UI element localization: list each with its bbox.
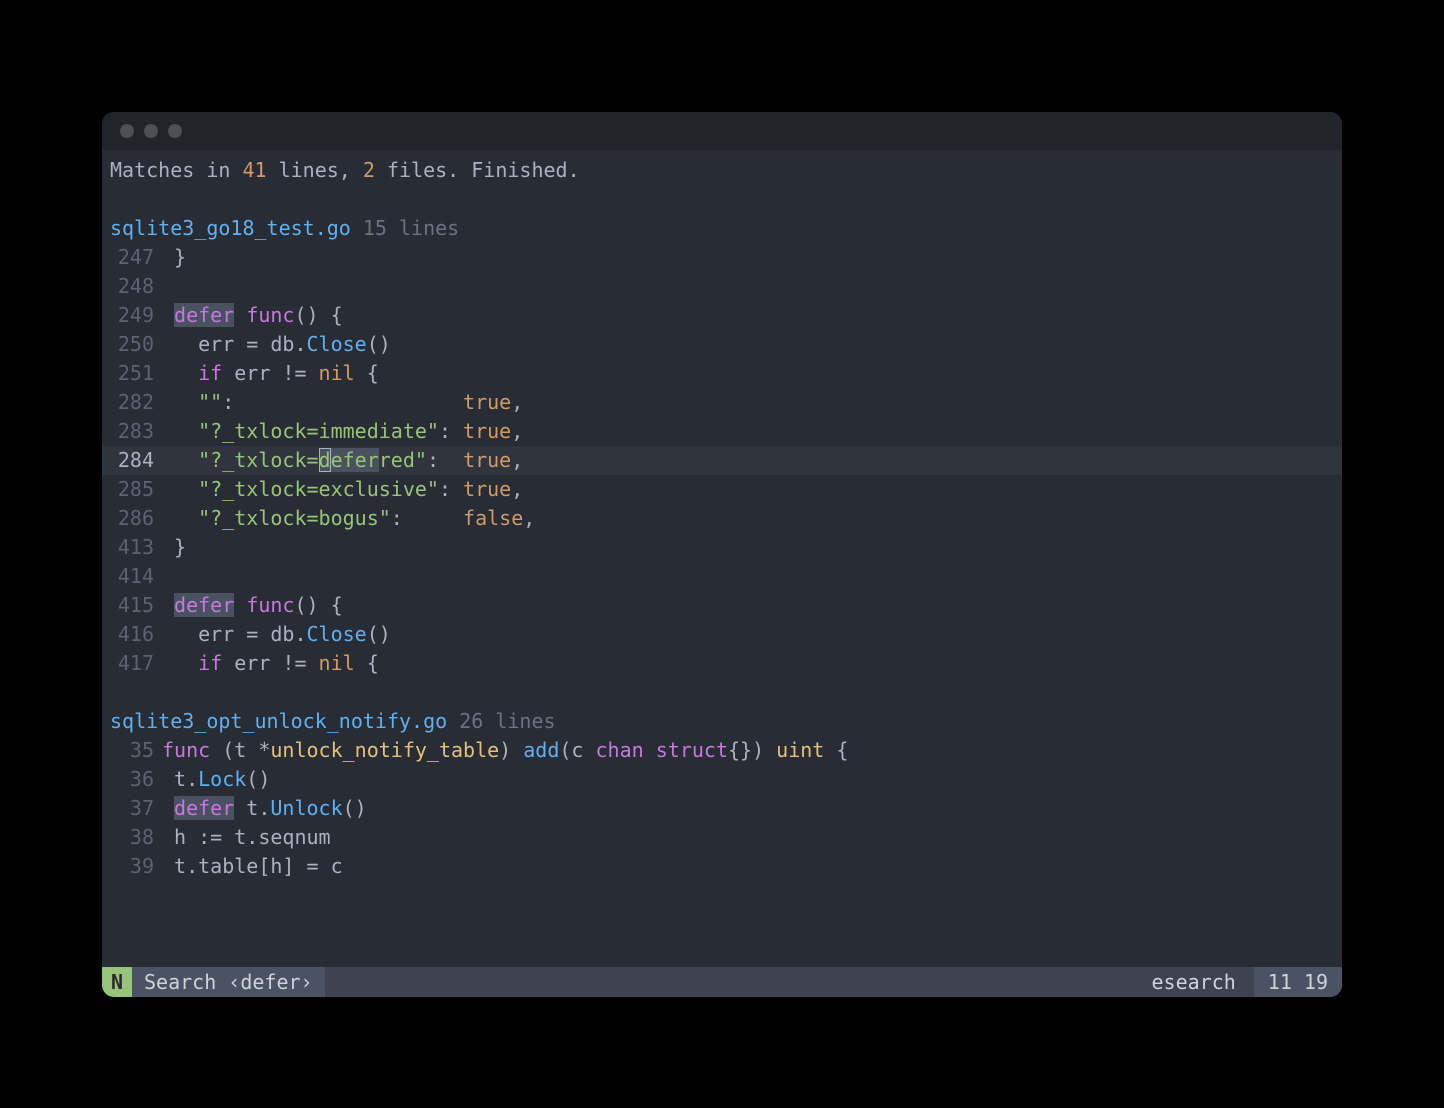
match-highlight: defer [174,303,234,327]
result-line[interactable]: 247 } [102,243,1342,272]
search-results-buffer[interactable]: Matches in 41 lines, 2 files. Finished. … [102,150,1342,967]
line-number: 35 [110,736,162,765]
summary-text: Matches in [110,158,242,182]
line-number: 251 [110,359,162,388]
result-line[interactable]: 248 [102,272,1342,301]
result-line[interactable]: 416 err = db.Close() [102,620,1342,649]
result-line-current[interactable]: 284 "?_txlock=deferred": true, [102,446,1342,475]
match-highlight: efer [331,448,379,472]
result-line[interactable]: 415 defer func() { [102,591,1342,620]
file-match-count: 15 lines [363,216,459,240]
line-number: 36 [110,765,162,794]
line-number: 250 [110,330,162,359]
result-line[interactable]: 249 defer func() { [102,301,1342,330]
line-number: 414 [110,562,162,591]
file-match-count: 26 lines [459,709,555,733]
editor-window: Matches in 41 lines, 2 files. Finished. … [102,112,1342,997]
close-icon[interactable] [120,124,134,138]
result-line[interactable]: 250 err = db.Close() [102,330,1342,359]
zoom-icon[interactable] [168,124,182,138]
search-summary: Matches in 41 lines, 2 files. Finished. [102,156,1342,185]
cursor-position: 11 19 [1254,967,1342,997]
line-number: 38 [110,823,162,852]
file-name: sqlite3_go18_test.go [110,216,351,240]
line-number: 39 [110,852,162,881]
result-line[interactable]: 251 if err != nil { [102,359,1342,388]
result-line[interactable]: 35func (t *unlock_notify_table) add(c ch… [102,736,1342,765]
match-highlight: defer [174,796,234,820]
line-number: 415 [110,591,162,620]
line-number: 249 [110,301,162,330]
buffer-title: Search ‹defer› [132,967,325,997]
line-number: 283 [110,417,162,446]
line-number: 247 [110,243,162,272]
result-line[interactable]: 37 defer t.Unlock() [102,794,1342,823]
summary-line-count: 41 [242,158,266,182]
match-highlight: defer [174,593,234,617]
file-header[interactable]: sqlite3_go18_test.go 15 lines [102,214,1342,243]
line-number: 248 [110,272,162,301]
result-line[interactable]: 282 "": true, [102,388,1342,417]
file-header[interactable]: sqlite3_opt_unlock_notify.go 26 lines [102,707,1342,736]
line-number: 284 [110,446,162,475]
line-number: 286 [110,504,162,533]
minimize-icon[interactable] [144,124,158,138]
result-line[interactable]: 414 [102,562,1342,591]
line-number: 413 [110,533,162,562]
line-number: 37 [110,794,162,823]
titlebar[interactable] [102,112,1342,150]
line-number: 416 [110,620,162,649]
file-name: sqlite3_opt_unlock_notify.go [110,709,447,733]
result-line[interactable]: 286 "?_txlock=bogus": false, [102,504,1342,533]
line-number: 417 [110,649,162,678]
result-line[interactable]: 39 t.table[h] = c [102,852,1342,881]
line-number: 285 [110,475,162,504]
result-line[interactable]: 38 h := t.seqnum [102,823,1342,852]
result-line[interactable]: 417 if err != nil { [102,649,1342,678]
result-line[interactable]: 36 t.Lock() [102,765,1342,794]
status-bar: N Search ‹defer› esearch 11 19 [102,967,1342,997]
summary-file-count: 2 [363,158,375,182]
result-line[interactable]: 413 } [102,533,1342,562]
result-line[interactable]: 283 "?_txlock=immediate": true, [102,417,1342,446]
filetype-indicator: esearch [1151,967,1253,997]
vim-mode-indicator: N [102,967,132,997]
cursor: d [319,448,331,472]
line-number: 282 [110,388,162,417]
result-line[interactable]: 285 "?_txlock=exclusive": true, [102,475,1342,504]
